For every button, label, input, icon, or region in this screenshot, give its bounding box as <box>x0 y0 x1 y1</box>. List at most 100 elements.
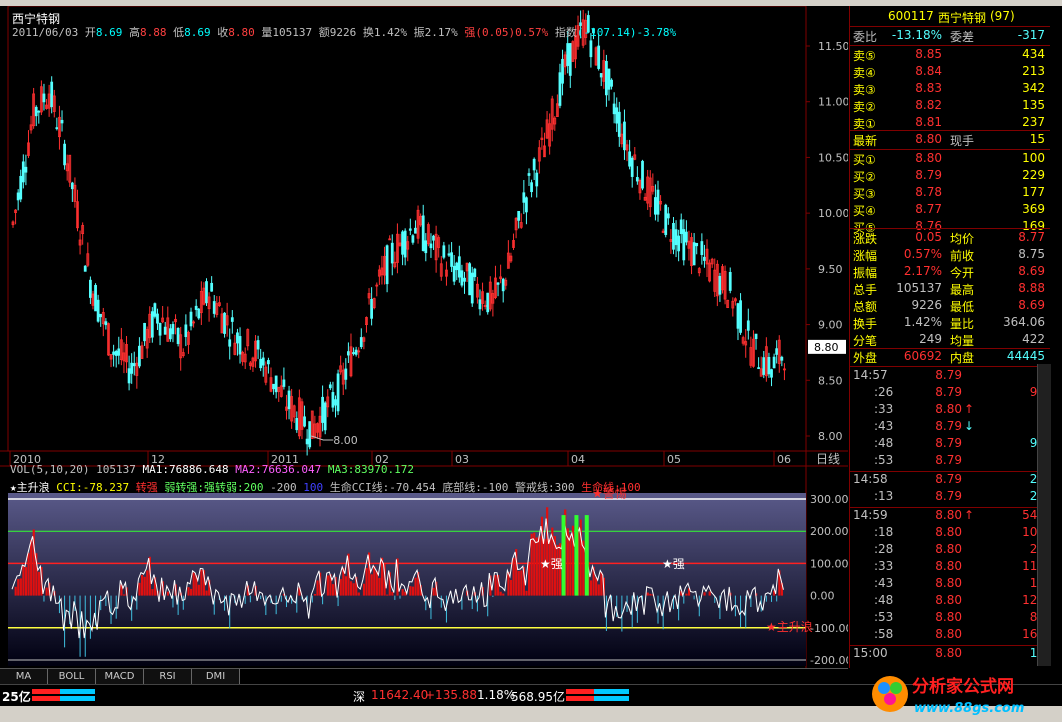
candle-body <box>385 245 389 285</box>
cci-bar-positive <box>370 574 373 596</box>
tick-row: :18 8.80 109 <box>850 525 1050 542</box>
price-info-line: 2011/06/03 开8.69 高8.88 低8.69 收8.80 量1051… <box>12 24 676 40</box>
stat-value: 0.57% <box>903 247 942 261</box>
tick-time: :26 <box>874 385 894 399</box>
candle-body <box>607 68 611 90</box>
candle-body <box>354 349 358 355</box>
tick-row: 14:588.7920 <box>850 472 1050 489</box>
candle-body <box>328 384 332 389</box>
indicator-tick-label: -200.00 <box>810 654 848 667</box>
candle-body <box>684 231 688 243</box>
candle-body <box>478 299 482 310</box>
cci-bar-positive <box>502 593 505 596</box>
bid-volume: 369 <box>1022 202 1045 216</box>
tab-rsi[interactable]: RSI <box>144 669 192 684</box>
candle-body <box>150 311 154 338</box>
cci-bar-positive <box>200 569 203 596</box>
last-row: 最新 8.80 现手 15 <box>850 132 1050 149</box>
candle-body <box>344 368 348 380</box>
in-value: 44445 <box>1006 349 1045 363</box>
cci-bar-positive <box>685 593 688 596</box>
status-change: +135.88 <box>425 688 478 702</box>
ask-price: 8.82 <box>915 98 942 112</box>
tab-dmi[interactable]: DMI <box>192 669 240 684</box>
stat-value: 249 <box>919 332 942 346</box>
tab-macd[interactable]: MACD <box>96 669 144 684</box>
tick-price: 8.80 <box>935 593 962 607</box>
candle-body <box>561 58 564 84</box>
candle-body <box>60 119 64 124</box>
info-high: 8.88 <box>139 26 167 39</box>
candle-body <box>772 356 776 369</box>
current-price-label: 8.80 <box>814 341 839 354</box>
candle-body <box>259 358 263 369</box>
tick-arrow: ↑ <box>964 508 975 522</box>
candle-body <box>267 360 270 365</box>
candle-body <box>117 348 121 356</box>
ratio-row: 委比 -13.18% 委差 -317 <box>850 28 1050 45</box>
candle-body <box>230 317 234 322</box>
info-turn-label: 换 <box>362 26 374 39</box>
candle-body <box>486 292 490 313</box>
candle-body <box>414 227 417 234</box>
cci-bar-positive <box>138 582 141 596</box>
info-open: 8.69 <box>95 26 123 39</box>
cci-bar-positive <box>569 534 572 596</box>
tab-boll[interactable]: BOLL <box>48 669 96 684</box>
candle-body <box>666 213 670 219</box>
candle-body <box>83 265 87 272</box>
cci-bar-positive <box>409 586 412 596</box>
date-tick-label: 04 <box>571 453 585 466</box>
candle-body <box>323 402 327 431</box>
candle-body <box>238 336 242 355</box>
info-close-label: 收 <box>217 26 229 39</box>
candle-body <box>184 324 188 338</box>
stat-row: 分笔 249 均量 422 <box>850 332 1050 349</box>
vol-ma1: MA1:76886.648 <box>142 463 229 476</box>
candle-body <box>470 272 474 304</box>
tick-price: 8.80 <box>935 542 962 556</box>
candle-body <box>19 175 23 200</box>
bid-label: 买② <box>853 170 876 184</box>
date-tick-label: 03 <box>455 453 469 466</box>
candle-body <box>156 313 159 324</box>
cci-bar-positive <box>192 572 195 596</box>
tick-scrollbar[interactable] <box>1037 364 1051 666</box>
kline-chart-area[interactable]: 11.50 11.00 10.50 10.00 9.50 9.00 8.50 8.00 8.80… <box>0 6 848 668</box>
candle-body <box>429 243 433 249</box>
stat-label: 换手 <box>853 317 878 331</box>
indicator-tick-label: -100.00 <box>810 622 848 635</box>
candle-body <box>346 351 350 356</box>
cci-bar-positive <box>703 592 706 596</box>
candle-body <box>411 235 415 243</box>
candle-body <box>656 189 660 215</box>
candle-body <box>775 348 779 355</box>
ind-lifeline: 生命线:100 <box>581 481 641 494</box>
indicator-panel-bg <box>8 493 806 666</box>
candle-body <box>390 242 394 264</box>
tick-row: :338.809↑ <box>850 402 1050 419</box>
candle-body <box>532 158 536 171</box>
stat-row: 总手 105137 最高 8.88 <box>850 281 1050 298</box>
tick-price: 8.79 <box>935 419 962 433</box>
tick-time: :43 <box>874 419 894 433</box>
cci-bar-positive <box>517 571 520 596</box>
cci-bar-positive <box>326 575 329 596</box>
hand-value: 15 <box>1029 132 1045 146</box>
tick-time: :33 <box>874 402 894 416</box>
stat-value-2: 8.77 <box>1018 230 1045 244</box>
status-market: 深 <box>353 690 366 704</box>
tick-row: :538.794 <box>850 453 1050 470</box>
strong-mark-1: ★强 <box>540 557 563 571</box>
tick-row: :488.7998 <box>850 436 1050 453</box>
ask-price: 8.85 <box>915 47 942 61</box>
ratio-value: -13.18% <box>891 28 942 42</box>
cci-bar-positive <box>525 590 528 596</box>
tab-ma[interactable]: MA <box>0 669 48 684</box>
price-tick-label: 9.00 <box>818 319 843 332</box>
ind-weak2: 弱转强:强转弱:200 <box>164 481 264 494</box>
candle-body <box>718 275 722 295</box>
info-amt: 9226 <box>329 26 357 39</box>
tick-time: 14:57 <box>853 368 888 382</box>
cci-bar-positive <box>339 579 342 596</box>
